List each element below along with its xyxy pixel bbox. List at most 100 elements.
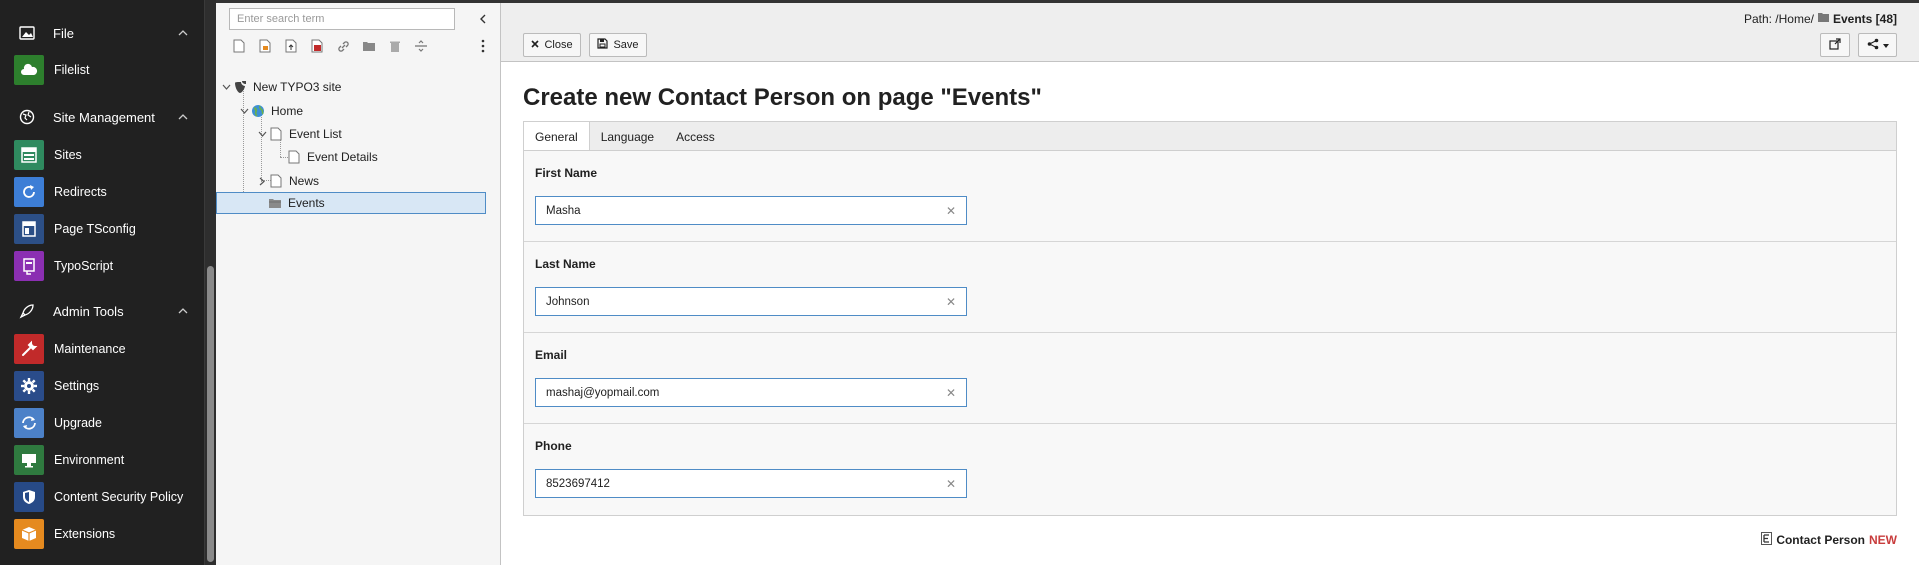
chevron-up-icon[interactable]	[176, 110, 190, 124]
module-item-upgrade[interactable]: Upgrade	[0, 404, 200, 441]
chevron-up-icon[interactable]	[176, 26, 190, 40]
tree-toolbar	[226, 36, 491, 56]
tree-node-label: News	[289, 174, 320, 188]
tree-node-news[interactable]: News	[256, 170, 319, 192]
chevron-up-icon[interactable]	[176, 304, 190, 318]
chevron-down-icon[interactable]	[256, 128, 268, 140]
phone-input[interactable]: 8523697412 ✕	[535, 469, 967, 498]
field-label: Last Name	[535, 257, 596, 271]
clear-icon[interactable]: ✕	[946, 386, 956, 400]
field-label: Email	[535, 348, 568, 362]
collapse-tree-button[interactable]	[474, 10, 492, 28]
chevron-down-icon[interactable]	[238, 105, 250, 117]
field-group-email: Email mashaj@yopmail.com ✕	[524, 333, 1896, 424]
tab-general[interactable]: General	[524, 122, 590, 152]
save-icon	[597, 38, 609, 52]
record-state-badge: NEW	[1869, 533, 1897, 547]
globe-page-icon	[250, 103, 266, 119]
shield-icon	[14, 481, 44, 512]
folder-icon[interactable]	[356, 36, 382, 56]
tree-node-event-details[interactable]: Event Details	[286, 146, 378, 168]
module-item-label: Sites	[54, 147, 82, 162]
tree-node-label: Events	[288, 196, 325, 210]
tree-node-event-list[interactable]: Event List	[256, 123, 342, 145]
more-options-icon[interactable]	[475, 36, 491, 56]
module-item-page-tsconfig[interactable]: Page TSconfig	[0, 210, 200, 247]
tree-node-root[interactable]: New TYPO3 site	[220, 76, 341, 98]
module-item-sites[interactable]: Sites	[0, 136, 200, 173]
typo3-logo-icon	[232, 79, 248, 95]
redirect-icon	[14, 176, 44, 207]
caret-down-icon	[1882, 39, 1889, 51]
module-item-settings[interactable]: Settings	[0, 367, 200, 404]
trash-icon[interactable]	[382, 36, 408, 56]
module-item-redirects[interactable]: Redirects	[0, 173, 200, 210]
share-icon	[1867, 38, 1879, 53]
link-icon[interactable]	[330, 36, 356, 56]
first-name-input[interactable]: Masha ✕	[535, 196, 967, 225]
module-item-label: Content Security Policy	[54, 489, 184, 504]
tree-node-home[interactable]: Home	[238, 100, 303, 122]
image-icon	[18, 24, 36, 42]
clear-icon[interactable]: ✕	[946, 477, 956, 491]
page-tsconfig-icon	[14, 213, 44, 244]
email-input[interactable]: mashaj@yopmail.com ✕	[535, 378, 967, 407]
module-group-label: File	[53, 25, 74, 41]
module-menu: File Filelist Site Management Sites Redi…	[0, 0, 216, 565]
field-value: 8523697412	[546, 477, 610, 490]
last-name-input[interactable]: Johnson ✕	[535, 287, 967, 316]
refresh-icon	[14, 407, 44, 438]
tree-node-label: Event List	[289, 127, 342, 141]
close-button[interactable]: Close	[523, 33, 581, 57]
box-icon	[14, 518, 44, 549]
new-page-recycler-icon[interactable]	[304, 36, 330, 56]
tab-access[interactable]: Access	[665, 122, 726, 152]
module-group-file[interactable]: File	[0, 18, 200, 48]
clear-icon[interactable]: ✕	[946, 204, 956, 218]
close-label: Close	[544, 39, 573, 51]
new-page-up-icon[interactable]	[278, 36, 304, 56]
page-icon	[268, 173, 284, 189]
record-info: Contact Person NEW	[1761, 532, 1897, 548]
tree-search-input[interactable]	[229, 8, 455, 30]
page-icon	[268, 126, 284, 142]
module-item-environment[interactable]: Environment	[0, 441, 200, 478]
new-page-icon[interactable]	[226, 36, 252, 56]
cloud-folder-icon	[14, 54, 44, 85]
open-in-new-window-button[interactable]	[1820, 33, 1850, 57]
page-icon	[286, 149, 302, 165]
scrollbar-thumb[interactable]	[207, 266, 214, 562]
folder-icon	[1817, 12, 1830, 26]
module-item-label: Maintenance	[54, 341, 126, 356]
module-item-extensions[interactable]: Extensions	[0, 515, 200, 552]
module-item-label: Filelist	[54, 62, 90, 77]
save-button[interactable]: Save	[589, 33, 647, 57]
module-item-filelist[interactable]: Filelist	[0, 51, 200, 88]
module-item-content-security-policy[interactable]: Content Security Policy	[0, 478, 200, 515]
tab-language[interactable]: Language	[590, 122, 665, 152]
module-item-label: Page TSconfig	[54, 221, 136, 236]
monitor-icon	[14, 444, 44, 475]
module-group-site-management[interactable]: Site Management	[0, 102, 200, 132]
chevron-down-icon[interactable]	[220, 81, 232, 93]
module-item-label: Upgrade	[54, 415, 102, 430]
new-page-special-icon[interactable]	[252, 36, 278, 56]
page-title: Create new Contact Person on page "Event…	[523, 84, 1042, 111]
module-group-admin-tools[interactable]: Admin Tools	[0, 296, 200, 326]
divider-icon[interactable]	[408, 36, 434, 56]
top-border	[216, 0, 501, 3]
module-item-maintenance[interactable]: Maintenance	[0, 330, 200, 367]
clear-icon[interactable]: ✕	[946, 295, 956, 309]
share-button[interactable]	[1858, 33, 1897, 57]
module-menu-scrollbar[interactable]	[204, 0, 216, 565]
module-item-label: TypoScript	[54, 258, 114, 273]
module-item-typoscript[interactable]: TypoScript	[0, 247, 200, 284]
gear-icon	[14, 370, 44, 401]
record-type-icon	[1761, 532, 1773, 548]
path-title: Events [48]	[1832, 12, 1897, 26]
globe-icon	[18, 108, 36, 126]
field-value: Johnson	[546, 295, 590, 308]
sites-icon	[14, 139, 44, 170]
chevron-right-icon[interactable]	[256, 175, 268, 187]
tree-node-events[interactable]: Events	[216, 192, 486, 214]
